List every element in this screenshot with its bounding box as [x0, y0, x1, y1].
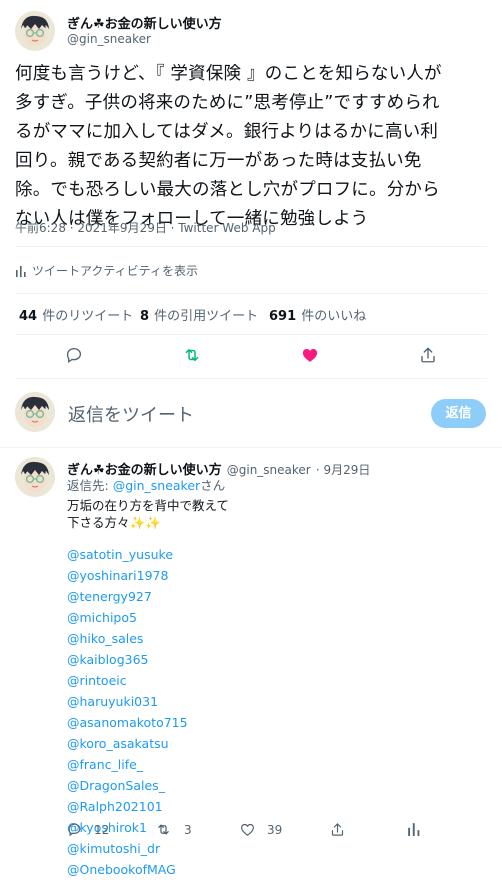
analytics-icon	[408, 823, 420, 836]
mention-link[interactable]: @tenergy927	[67, 586, 188, 607]
divider	[15, 246, 487, 247]
quote-count: 8	[140, 309, 150, 324]
replying-to-handle[interactable]: @gin_sneaker	[113, 478, 201, 493]
reply-reply-count: 12	[94, 822, 110, 837]
tweet-line: るがママに加入してはダメ。銀行よりはるかに高い利	[15, 122, 439, 142]
tweet-text: 何度も言うけど、『 学資保険 』のことを知らない人が 多すぎ。子供の将来のために…	[15, 60, 500, 234]
tweet-activity-link[interactable]: ツイートアクティビティを表示	[15, 262, 198, 279]
avatar-illustration	[15, 11, 55, 51]
reply-input[interactable]: 返信をツイート	[68, 401, 194, 427]
like-stat[interactable]: 691 件のいいね	[269, 305, 366, 324]
tweet-timestamp[interactable]: 午前6:28 · 2021年9月29日 · Twitter Web App	[15, 219, 276, 236]
divider	[15, 293, 487, 294]
retweet-icon	[185, 349, 199, 361]
reply-reply-button[interactable]: 12	[67, 822, 109, 837]
quote-label: 件の引用ツイート	[154, 309, 259, 324]
share-icon	[421, 347, 435, 363]
mention-link[interactable]: @DragonSales_	[67, 775, 188, 796]
divider	[15, 378, 487, 379]
reply-share-button[interactable]	[330, 822, 345, 837]
divider	[15, 334, 487, 335]
retweet-label: 件のリツイート	[42, 309, 134, 324]
retweet-stat[interactable]: 44 件のリツイート	[19, 305, 133, 324]
tweet-line: 除。でも恐ろしい最大の落とし穴がプロフに。分から	[15, 180, 440, 200]
analytics-icon	[16, 265, 26, 277]
reply-like-count: 39	[267, 822, 283, 837]
reply-icon	[66, 347, 82, 364]
like-label: 件のいいね	[301, 309, 367, 324]
replying-to-prefix: 返信先:	[67, 478, 113, 493]
reply-submit-button[interactable]: 返信	[431, 399, 486, 428]
retweet-icon	[158, 824, 169, 835]
reply-author-handle[interactable]: @gin_sneaker	[227, 463, 311, 477]
replying-to-suffix: さん	[200, 478, 226, 493]
reply-text-line: 下さる方々✨✨	[67, 515, 161, 530]
avatar-illustration	[15, 392, 55, 432]
divider	[0, 447, 502, 448]
reply-text-line: 万垢の在り方を背中で教えて	[67, 498, 229, 513]
like-icon	[302, 349, 318, 362]
tweet-line: 多すぎ。子供の将来のために”思考停止”ですすめられ	[15, 93, 440, 113]
author-handle[interactable]: @gin_sneaker	[67, 32, 151, 46]
reply-retweet-button[interactable]: 3	[155, 822, 192, 837]
mention-link[interactable]: @rintoeic	[67, 670, 188, 691]
quote-stat[interactable]: 8 件の引用ツイート	[140, 305, 258, 324]
mention-link[interactable]: @hiko_sales	[67, 628, 188, 649]
avatar-illustration	[15, 457, 55, 497]
retweet-button[interactable]	[182, 346, 202, 364]
replying-to: 返信先: @gin_sneakerさん	[67, 477, 225, 495]
like-count: 691	[269, 309, 297, 324]
tweet-activity-label: ツイートアクティビティを表示	[32, 264, 198, 278]
reply-avatar[interactable]	[15, 457, 55, 497]
mention-link[interactable]: @koro_asakatsu	[67, 733, 188, 754]
tweet-line: 何度も言うけど、『 学資保険 』のことを知らない人が	[15, 64, 442, 84]
mention-link[interactable]: @franc_life_	[67, 754, 188, 775]
reply-icon	[68, 823, 81, 837]
share-icon	[331, 823, 344, 836]
retweet-count: 44	[19, 309, 38, 324]
mention-link[interactable]: @kaiblog365	[67, 649, 188, 670]
like-button[interactable]	[301, 346, 319, 364]
mention-link[interactable]: @haruyuki031	[67, 691, 188, 712]
author-name[interactable]: ぎん☘お金の新しい使い方	[67, 13, 222, 32]
share-button[interactable]	[419, 346, 437, 364]
mention-link[interactable]: @Ralph202101	[67, 796, 188, 817]
mention-link[interactable]: @asanomakoto715	[67, 712, 188, 733]
reply-author-name[interactable]: ぎん☘お金の新しい使い方	[67, 463, 222, 478]
reply-retweet-count: 3	[184, 822, 192, 837]
mention-link[interactable]: @michipo5	[67, 607, 188, 628]
like-icon	[240, 823, 255, 836]
reply-header: ぎん☘お金の新しい使い方 @gin_sneaker · 9月29日	[67, 459, 370, 478]
mention-link[interactable]: @kimutoshi_dr	[67, 838, 188, 859]
author-avatar[interactable]	[15, 11, 55, 51]
reply-button[interactable]	[65, 346, 83, 364]
mention-link[interactable]: @satotin_yusuke	[67, 544, 188, 565]
mention-link[interactable]: @yoshinari1978	[67, 565, 188, 586]
reply-date[interactable]: · 9月29日	[316, 463, 371, 477]
composer-avatar[interactable]	[15, 392, 55, 432]
tweet-line: 回り。親である契約者に万一があった時は支払い免	[15, 151, 422, 171]
reply-analytics-button[interactable]	[407, 822, 421, 836]
mention-link[interactable]: @OnebookofMAG	[67, 859, 188, 880]
reply-like-button[interactable]: 39	[240, 822, 282, 837]
